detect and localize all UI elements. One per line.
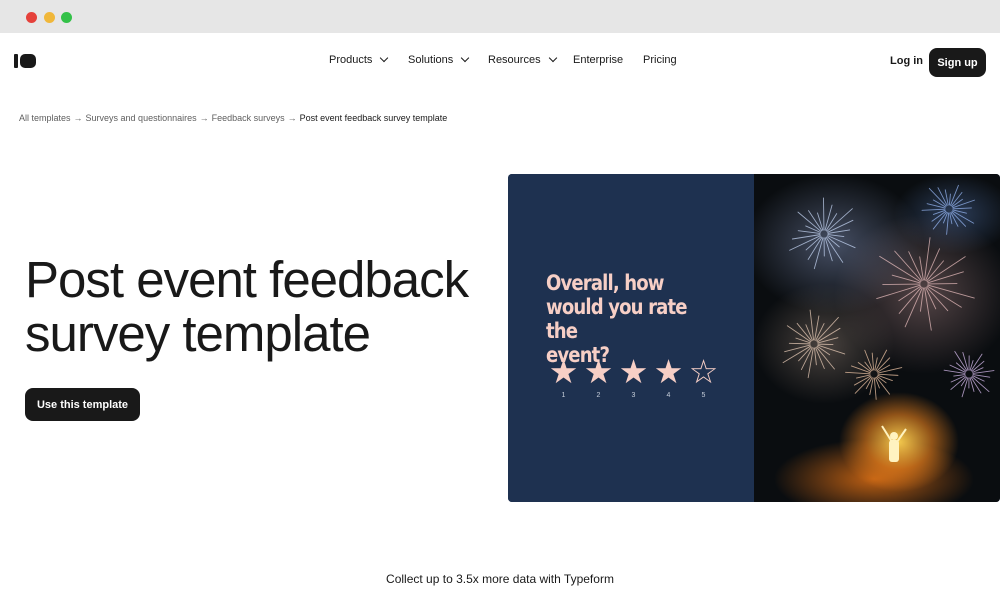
tagline: Collect up to 3.5x more data with Typefo…	[386, 572, 614, 586]
breadcrumb-feedback-surveys[interactable]: Feedback surveys	[212, 113, 285, 123]
chevron-down-icon	[380, 53, 389, 63]
nav-products[interactable]: Products	[329, 53, 389, 66]
nav-resources-label: Resources	[488, 54, 541, 66]
star-number-label: 3	[631, 392, 636, 399]
star-filled-icon: ★	[548, 353, 579, 390]
breadcrumb-separator: →	[199, 113, 209, 123]
login-link[interactable]: Log in	[890, 55, 923, 67]
top-navigation: Products Solutions Resources Enterprise …	[0, 33, 1000, 91]
close-window-button[interactable]	[26, 12, 37, 23]
minimize-window-button[interactable]	[44, 12, 55, 23]
page-title: Post event feedback survey template	[25, 253, 505, 361]
breadcrumb-current: Post event feedback survey template	[299, 113, 448, 123]
browser-titlebar	[0, 0, 1000, 33]
rating-star-option[interactable]: ★ 1	[546, 355, 581, 399]
template-preview[interactable]: Overall, how would you rate the event? ★…	[508, 174, 1000, 502]
page-title-line-1: Post event feedback	[25, 251, 469, 308]
signup-button[interactable]: Sign up	[929, 48, 986, 77]
nav-pricing-label: Pricing	[643, 54, 677, 66]
star-outline-icon: ☆	[688, 353, 719, 390]
use-template-button[interactable]: Use this template	[25, 388, 140, 421]
typeform-logo-icon[interactable]	[14, 54, 36, 68]
fireworks-photo	[754, 174, 1000, 502]
star-filled-icon: ★	[583, 353, 614, 390]
question-line-1: Overall, how	[546, 271, 664, 295]
star-filled-icon: ★	[618, 353, 649, 390]
breadcrumb-all-templates[interactable]: All templates	[19, 113, 71, 123]
rating-star-option[interactable]: ★ 4	[651, 355, 686, 399]
breadcrumb-surveys[interactable]: Surveys and questionnaires	[86, 113, 197, 123]
question-line-2: would you rate the	[546, 295, 687, 343]
rating-star-option[interactable]: ★ 2	[581, 355, 616, 399]
star-number-label: 2	[596, 392, 601, 399]
chevron-down-icon	[461, 53, 470, 63]
fireworks-illustration	[782, 184, 995, 462]
star-number-label: 5	[701, 392, 706, 399]
nav-products-label: Products	[329, 54, 373, 66]
nav-solutions-label: Solutions	[408, 54, 454, 66]
star-filled-icon: ★	[653, 353, 684, 390]
star-rating: ★ 1 ★ 2 ★ 3 ★ 4 ☆ 5	[546, 355, 721, 399]
nav-enterprise-label: Enterprise	[573, 54, 624, 66]
maximize-window-button[interactable]	[61, 12, 72, 23]
preview-question-panel: Overall, how would you rate the event? ★…	[508, 174, 754, 502]
nav-enterprise[interactable]: Enterprise	[573, 54, 623, 66]
breadcrumb-separator: →	[287, 113, 297, 123]
nav-solutions[interactable]: Solutions	[408, 53, 470, 66]
rating-star-option[interactable]: ☆ 5	[686, 355, 721, 399]
breadcrumb: All templates → Surveys and questionnaires…	[19, 113, 447, 123]
page-title-line-2: survey template	[25, 305, 371, 362]
star-number-label: 4	[666, 392, 671, 399]
star-number-label: 1	[561, 392, 566, 399]
nav-pricing[interactable]: Pricing	[643, 54, 677, 66]
breadcrumb-separator: →	[73, 113, 83, 123]
chevron-down-icon	[548, 53, 557, 63]
nav-resources[interactable]: Resources	[488, 53, 557, 66]
rating-star-option[interactable]: ★ 3	[616, 355, 651, 399]
